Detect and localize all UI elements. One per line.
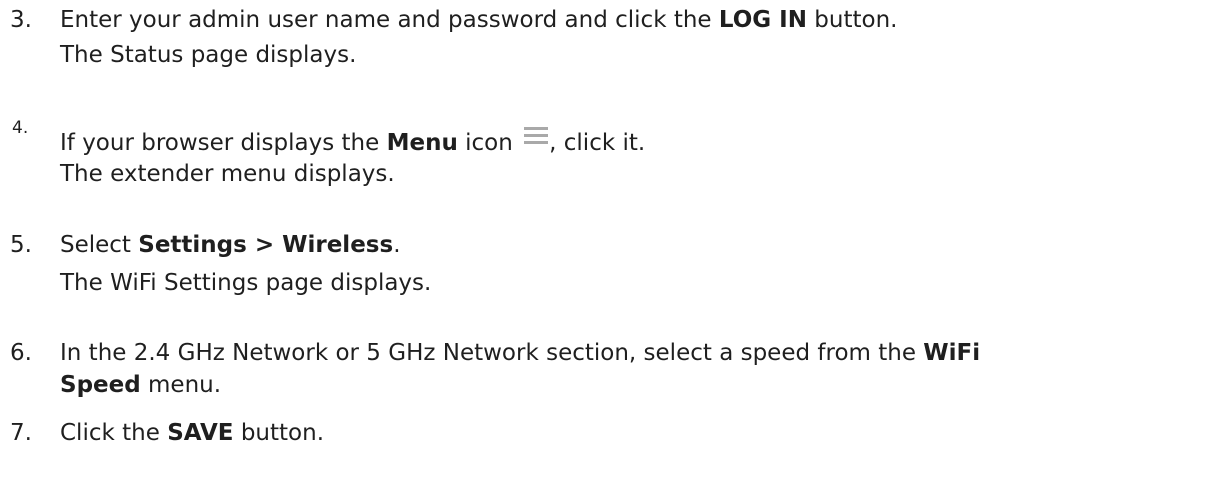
step-5-result: The WiFi Settings page displays. xyxy=(60,270,432,296)
step-4-text-pre: If your browser displays the xyxy=(60,130,387,156)
step-5-number: 5. xyxy=(10,232,32,258)
step-3-text-pre: Enter your admin user name and password … xyxy=(60,7,719,33)
step-6-text-pre: In the 2.4 GHz Network or 5 GHz Network … xyxy=(60,340,924,366)
step-6-instruction: In the 2.4 GHz Network or 5 GHz Network … xyxy=(60,338,980,368)
log-in-button-label: LOG IN xyxy=(718,7,807,33)
settings-wireless-label: Settings > Wireless xyxy=(138,232,394,258)
step-5-text-pre: Select xyxy=(60,232,139,258)
menu-icon xyxy=(524,127,549,144)
step-6-instruction-cont: Speed menu. xyxy=(60,370,221,400)
step-4-text-mid: icon xyxy=(457,130,521,156)
step-7-text-pre: Click the xyxy=(60,420,168,446)
save-button-label: SAVE xyxy=(167,420,234,446)
step-4-result: The extender menu displays. xyxy=(60,161,395,187)
step-7-text-post: button. xyxy=(233,420,324,446)
step-3-instruction: Enter your admin user name and password … xyxy=(60,5,897,35)
step-3-result: The Status page displays. xyxy=(60,42,357,68)
menu-label: Menu xyxy=(386,130,458,156)
step-4-text-post: , click it. xyxy=(549,130,646,156)
step-6-text-post: menu. xyxy=(140,372,222,398)
step-5-text-post: . xyxy=(393,232,401,258)
wifi-speed-label-part1: WiFi xyxy=(923,340,981,366)
step-7-instruction: Click the SAVE button. xyxy=(60,418,324,448)
step-3-number: 3. xyxy=(10,7,32,33)
step-6-number: 6. xyxy=(10,340,32,366)
step-4-number: 4. xyxy=(12,118,29,138)
step-4-instruction: If your browser displays the Menu icon ,… xyxy=(60,127,645,158)
step-7-number: 7. xyxy=(10,420,32,446)
step-5-instruction: Select Settings > Wireless. xyxy=(60,230,401,260)
wifi-speed-label-part2: Speed xyxy=(60,372,141,398)
step-3-text-post: button. xyxy=(807,7,898,33)
